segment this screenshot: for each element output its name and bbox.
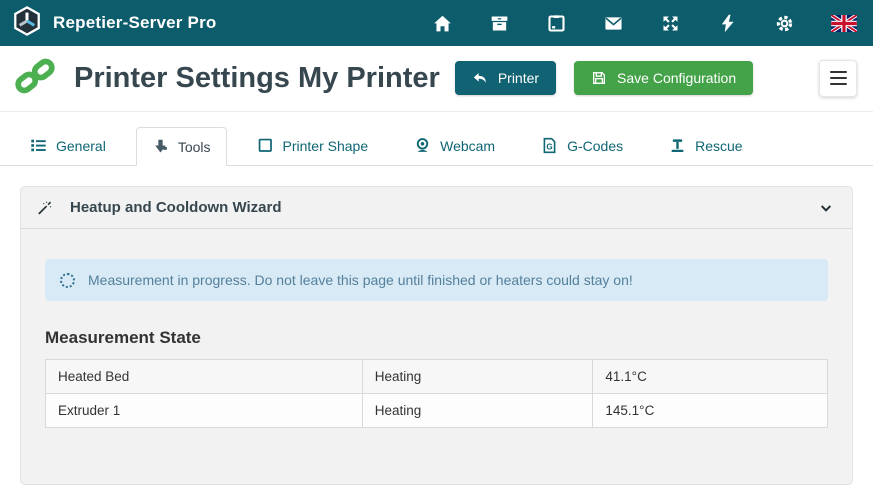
brand[interactable]: Repetier-Server Pro <box>12 6 216 41</box>
lightning-icon[interactable] <box>717 13 738 34</box>
top-navbar: Repetier-Server Pro <box>0 0 873 46</box>
gcode-file-icon: G <box>541 137 558 154</box>
panel-header[interactable]: Heatup and Cooldown Wizard <box>21 187 852 229</box>
extruder-icon <box>152 138 169 155</box>
floppy-disk-icon <box>591 70 607 86</box>
status-cell: Heating <box>362 394 593 428</box>
square-icon <box>257 137 274 154</box>
spinner-icon <box>60 273 75 288</box>
app-title: Repetier-Server Pro <box>53 13 216 33</box>
temperature-cell: 145.1°C <box>593 394 828 428</box>
measurement-state-heading: Measurement State <box>45 328 828 348</box>
panel-body: Measurement in progress. Do not leave th… <box>21 229 852 428</box>
chain-link-icon <box>12 55 58 102</box>
piston-icon <box>669 137 686 154</box>
list-icon <box>30 137 47 154</box>
measurement-progress-alert: Measurement in progress. Do not leave th… <box>45 259 828 301</box>
tab-label: Webcam <box>440 138 495 154</box>
home-icon[interactable] <box>432 13 453 34</box>
page-header: Printer Settings My Printer Printer Save… <box>0 46 873 112</box>
tab-webcam[interactable]: Webcam <box>398 126 511 165</box>
table-row: Heated Bed Heating 41.1°C <box>46 360 828 394</box>
save-configuration-button[interactable]: Save Configuration <box>574 61 753 95</box>
tab-gcodes[interactable]: G G-Codes <box>525 126 639 165</box>
save-button-label: Save Configuration <box>617 70 736 86</box>
tab-label: General <box>56 138 106 154</box>
tab-general[interactable]: General <box>14 126 122 165</box>
settings-tabs: General Tools Printer Shape Webcam G G-C… <box>0 126 873 166</box>
expand-arrows-icon[interactable] <box>660 13 681 34</box>
envelope-icon[interactable] <box>603 13 624 34</box>
tab-label: Printer Shape <box>283 138 369 154</box>
magic-wand-icon <box>36 199 53 216</box>
tab-tools[interactable]: Tools <box>136 127 227 166</box>
chevron-down-icon[interactable] <box>818 200 834 216</box>
heatup-wizard-panel: Heatup and Cooldown Wizard Measurement i… <box>20 186 853 485</box>
reply-arrow-icon <box>472 70 488 86</box>
printer-button-label: Printer <box>498 70 539 86</box>
webcam-icon <box>414 137 431 154</box>
temperature-cell: 41.1°C <box>593 360 828 394</box>
tab-label: G-Codes <box>567 138 623 154</box>
table-row: Extruder 1 Heating 145.1°C <box>46 394 828 428</box>
app-logo-icon <box>12 6 42 41</box>
tab-rescue[interactable]: Rescue <box>653 126 758 165</box>
printer-back-button[interactable]: Printer <box>455 61 556 95</box>
printer-icon[interactable] <box>546 13 567 34</box>
panel-title: Heatup and Cooldown Wizard <box>70 199 282 216</box>
measurement-state-table: Heated Bed Heating 41.1°C Extruder 1 Hea… <box>45 359 828 428</box>
device-cell: Heated Bed <box>46 360 363 394</box>
device-cell: Extruder 1 <box>46 394 363 428</box>
alert-text: Measurement in progress. Do not leave th… <box>88 272 633 288</box>
uk-flag-icon[interactable] <box>831 15 857 32</box>
box-icon[interactable] <box>489 13 510 34</box>
svg-text:G: G <box>546 142 552 151</box>
tab-label: Tools <box>178 139 211 155</box>
tab-printer-shape[interactable]: Printer Shape <box>241 126 385 165</box>
navbar-icons <box>432 13 857 34</box>
status-cell: Heating <box>362 360 593 394</box>
page-title: Printer Settings My Printer <box>74 62 440 95</box>
hamburger-menu-button[interactable] <box>819 60 857 97</box>
gear-icon[interactable] <box>774 13 795 34</box>
tab-label: Rescue <box>695 138 742 154</box>
